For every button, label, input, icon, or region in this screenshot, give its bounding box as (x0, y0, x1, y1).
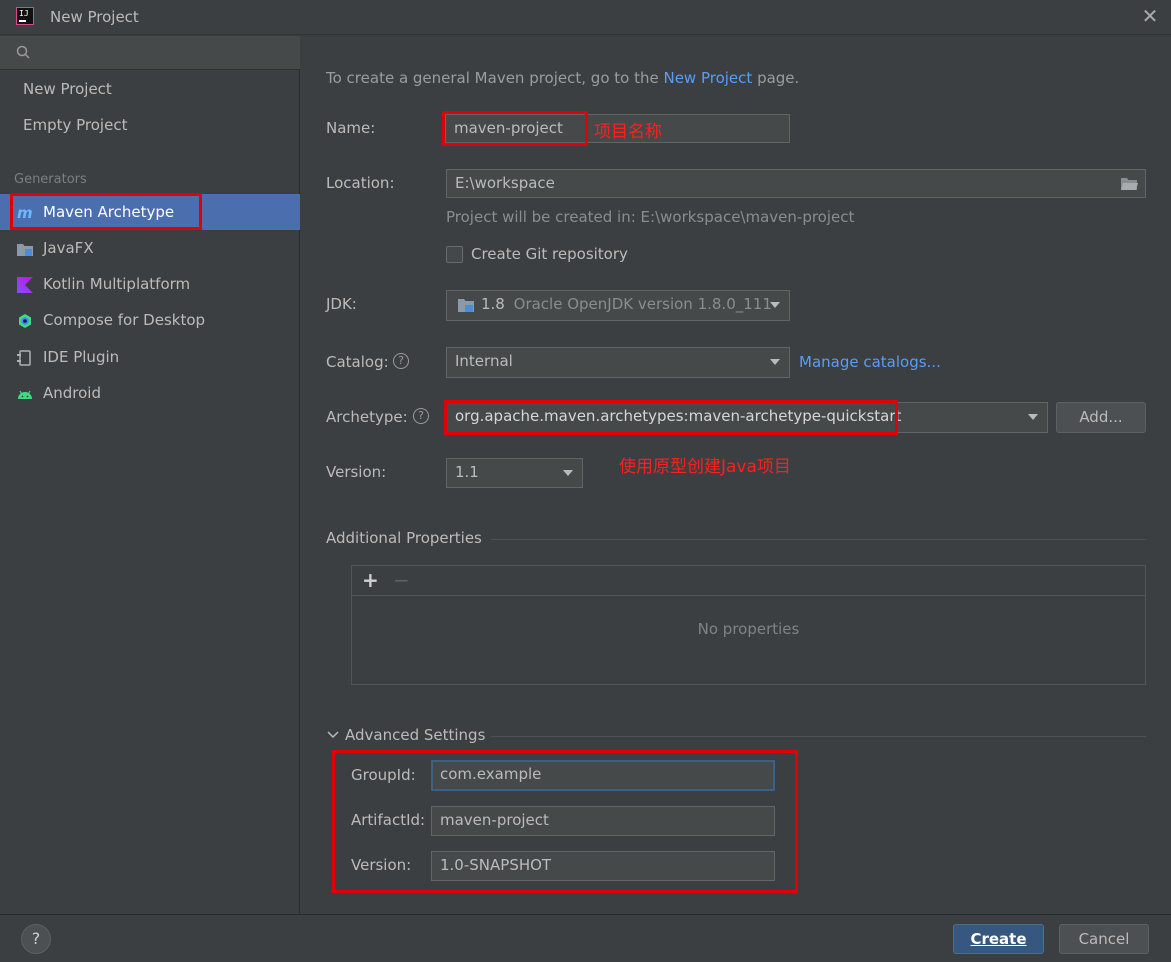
catalog-help-icon[interactable]: ? (393, 353, 409, 369)
browse-folder-icon[interactable] (1120, 177, 1138, 191)
archetype-help-icon[interactable]: ? (413, 408, 429, 424)
git-checkbox[interactable] (446, 246, 463, 263)
project-type-sidebar: New Project Empty Project Generators m M… (0, 36, 300, 914)
android-icon (18, 390, 32, 399)
remove-property-icon[interactable]: − (393, 568, 410, 592)
additional-properties-title: Additional Properties (326, 529, 482, 547)
chevron-down-icon[interactable] (327, 730, 339, 740)
name-label: Name: (326, 119, 376, 137)
git-checkbox-label: Create Git repository (471, 245, 628, 263)
name-annotation: 项目名称 (594, 122, 662, 142)
new-project-link[interactable]: New Project (663, 69, 752, 87)
location-input[interactable]: E:\workspace (446, 169, 1146, 198)
location-label: Location: (326, 174, 395, 192)
catalog-select[interactable]: Internal (446, 347, 790, 378)
artifact-id-input[interactable]: maven-project (431, 806, 775, 836)
window-title: New Project (50, 8, 139, 26)
advanced-settings-toggle[interactable]: Advanced Settings (345, 726, 485, 744)
jdk-folder-icon (458, 298, 474, 312)
artifact-id-label: ArtifactId: (351, 811, 426, 829)
sidebar-item-ide-plugin[interactable]: IDE Plugin (0, 339, 300, 375)
sidebar-search-field[interactable] (0, 36, 300, 70)
kotlin-icon (17, 277, 33, 293)
sidebar-item-label: IDE Plugin (43, 348, 120, 366)
sidebar-item-javafx[interactable]: JavaFX (0, 230, 300, 266)
sidebar-item-android[interactable]: Android (0, 375, 300, 411)
sidebar-item-label: Kotlin Multiplatform (43, 275, 191, 293)
sidebar-item-empty-project[interactable]: Empty Project (0, 107, 300, 143)
sidebar-item-new-project[interactable]: New Project (0, 71, 300, 107)
compose-icon (19, 314, 31, 328)
annotation-box-maven (10, 193, 202, 230)
chevron-down-icon (770, 302, 780, 308)
annotation-box-archetype (444, 400, 898, 435)
annotation-box-name (442, 111, 588, 146)
group-id-input[interactable]: com.example (431, 760, 775, 791)
sidebar-item-label: JavaFX (43, 239, 94, 257)
section-divider (491, 539, 1146, 540)
archetype-annotation: 使用原型创建Java项目 (619, 457, 791, 477)
group-id-label: GroupId: (351, 766, 416, 784)
intro-text: To create a general Maven project, go to… (326, 69, 800, 87)
intellij-app-icon: IJ (16, 7, 34, 25)
help-button[interactable]: ? (21, 924, 51, 954)
sidebar-item-kotlin-multiplatform[interactable]: Kotlin Multiplatform (0, 266, 300, 302)
add-property-icon[interactable]: + (362, 568, 379, 592)
generators-group-label: Generators (14, 172, 87, 187)
project-version-label: Version: (351, 856, 412, 874)
section-divider (491, 736, 1146, 737)
project-version-input[interactable]: 1.0-SNAPSHOT (431, 851, 775, 881)
no-properties-text: No properties (697, 620, 800, 638)
maven-archetype-form: To create a general Maven project, go to… (301, 36, 1171, 914)
manage-catalogs-link[interactable]: Manage catalogs... (799, 353, 941, 371)
chevron-down-icon (563, 470, 573, 476)
sidebar-item-compose-for-desktop[interactable]: Compose for Desktop (0, 302, 300, 338)
dialog-footer: ? Create Cancel (0, 914, 1171, 962)
properties-toolbar: + − (352, 566, 1145, 596)
version-label: Version: (326, 463, 387, 481)
properties-table: + − No properties (351, 565, 1146, 685)
close-window-button[interactable]: ✕ (1140, 6, 1160, 26)
catalog-label: Catalog: (326, 353, 389, 371)
javafx-folder-icon (17, 244, 33, 256)
search-icon (16, 45, 30, 59)
archetype-version-select[interactable]: 1.1 (446, 458, 583, 488)
cancel-button[interactable]: Cancel (1059, 924, 1149, 954)
title-bar: IJ New Project ✕ (0, 0, 1171, 35)
archetype-label: Archetype: (326, 408, 408, 426)
plugin-icon (17, 350, 31, 366)
location-hint: Project will be created in: E:\workspace… (446, 208, 855, 226)
chevron-down-icon (1028, 414, 1038, 420)
add-archetype-button[interactable]: Add... (1056, 402, 1146, 433)
sidebar-item-label: Android (43, 384, 101, 402)
sidebar-item-label: Compose for Desktop (43, 311, 206, 329)
create-button[interactable]: Create (953, 924, 1044, 954)
jdk-label: JDK: (326, 295, 357, 313)
jdk-select[interactable]: 1.8 Oracle OpenJDK version 1.8.0_111 (446, 290, 790, 321)
chevron-down-icon (770, 359, 780, 365)
